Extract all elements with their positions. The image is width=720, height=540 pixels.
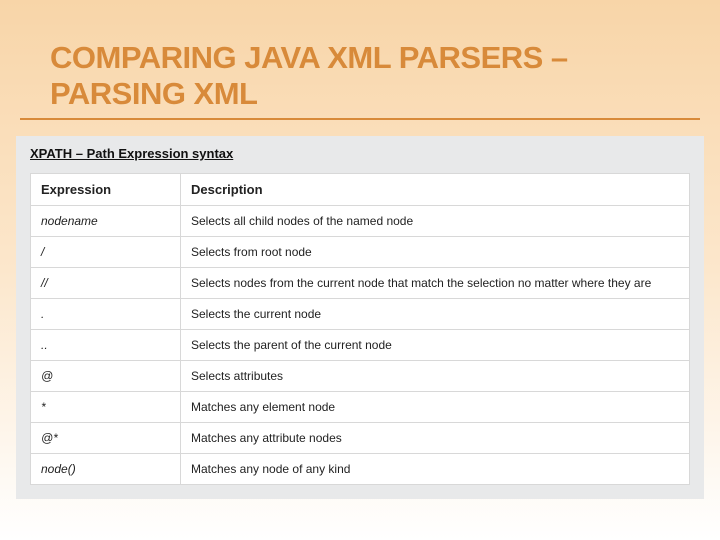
cell-description: Selects attributes bbox=[181, 361, 690, 392]
cell-description: Selects the parent of the current node bbox=[181, 330, 690, 361]
cell-expression: * bbox=[31, 392, 181, 423]
cell-description: Matches any node of any kind bbox=[181, 454, 690, 485]
table-row: . Selects the current node bbox=[31, 299, 690, 330]
table-row: nodename Selects all child nodes of the … bbox=[31, 206, 690, 237]
cell-expression: node() bbox=[31, 454, 181, 485]
cell-expression: nodename bbox=[31, 206, 181, 237]
header-expression: Expression bbox=[31, 174, 181, 206]
cell-description: Selects all child nodes of the named nod… bbox=[181, 206, 690, 237]
page-title: COMPARING JAVA XML PARSERS – PARSING XML bbox=[20, 0, 700, 120]
table-row: // Selects nodes from the current node t… bbox=[31, 268, 690, 299]
xpath-table: Expression Description nodename Selects … bbox=[30, 173, 690, 485]
table-row: @ Selects attributes bbox=[31, 361, 690, 392]
table-row: @* Matches any attribute nodes bbox=[31, 423, 690, 454]
table-header-row: Expression Description bbox=[31, 174, 690, 206]
cell-expression: . bbox=[31, 299, 181, 330]
section-subtitle: XPATH – Path Expression syntax bbox=[30, 146, 690, 161]
cell-description: Selects nodes from the current node that… bbox=[181, 268, 690, 299]
table-row: / Selects from root node bbox=[31, 237, 690, 268]
cell-description: Selects from root node bbox=[181, 237, 690, 268]
cell-expression: @* bbox=[31, 423, 181, 454]
cell-description: Matches any attribute nodes bbox=[181, 423, 690, 454]
table-row: .. Selects the parent of the current nod… bbox=[31, 330, 690, 361]
content-panel: XPATH – Path Expression syntax Expressio… bbox=[16, 136, 704, 499]
cell-expression: .. bbox=[31, 330, 181, 361]
cell-expression: / bbox=[31, 237, 181, 268]
header-description: Description bbox=[181, 174, 690, 206]
table-row: node() Matches any node of any kind bbox=[31, 454, 690, 485]
cell-description: Selects the current node bbox=[181, 299, 690, 330]
cell-expression: // bbox=[31, 268, 181, 299]
cell-expression: @ bbox=[31, 361, 181, 392]
cell-description: Matches any element node bbox=[181, 392, 690, 423]
table-row: * Matches any element node bbox=[31, 392, 690, 423]
